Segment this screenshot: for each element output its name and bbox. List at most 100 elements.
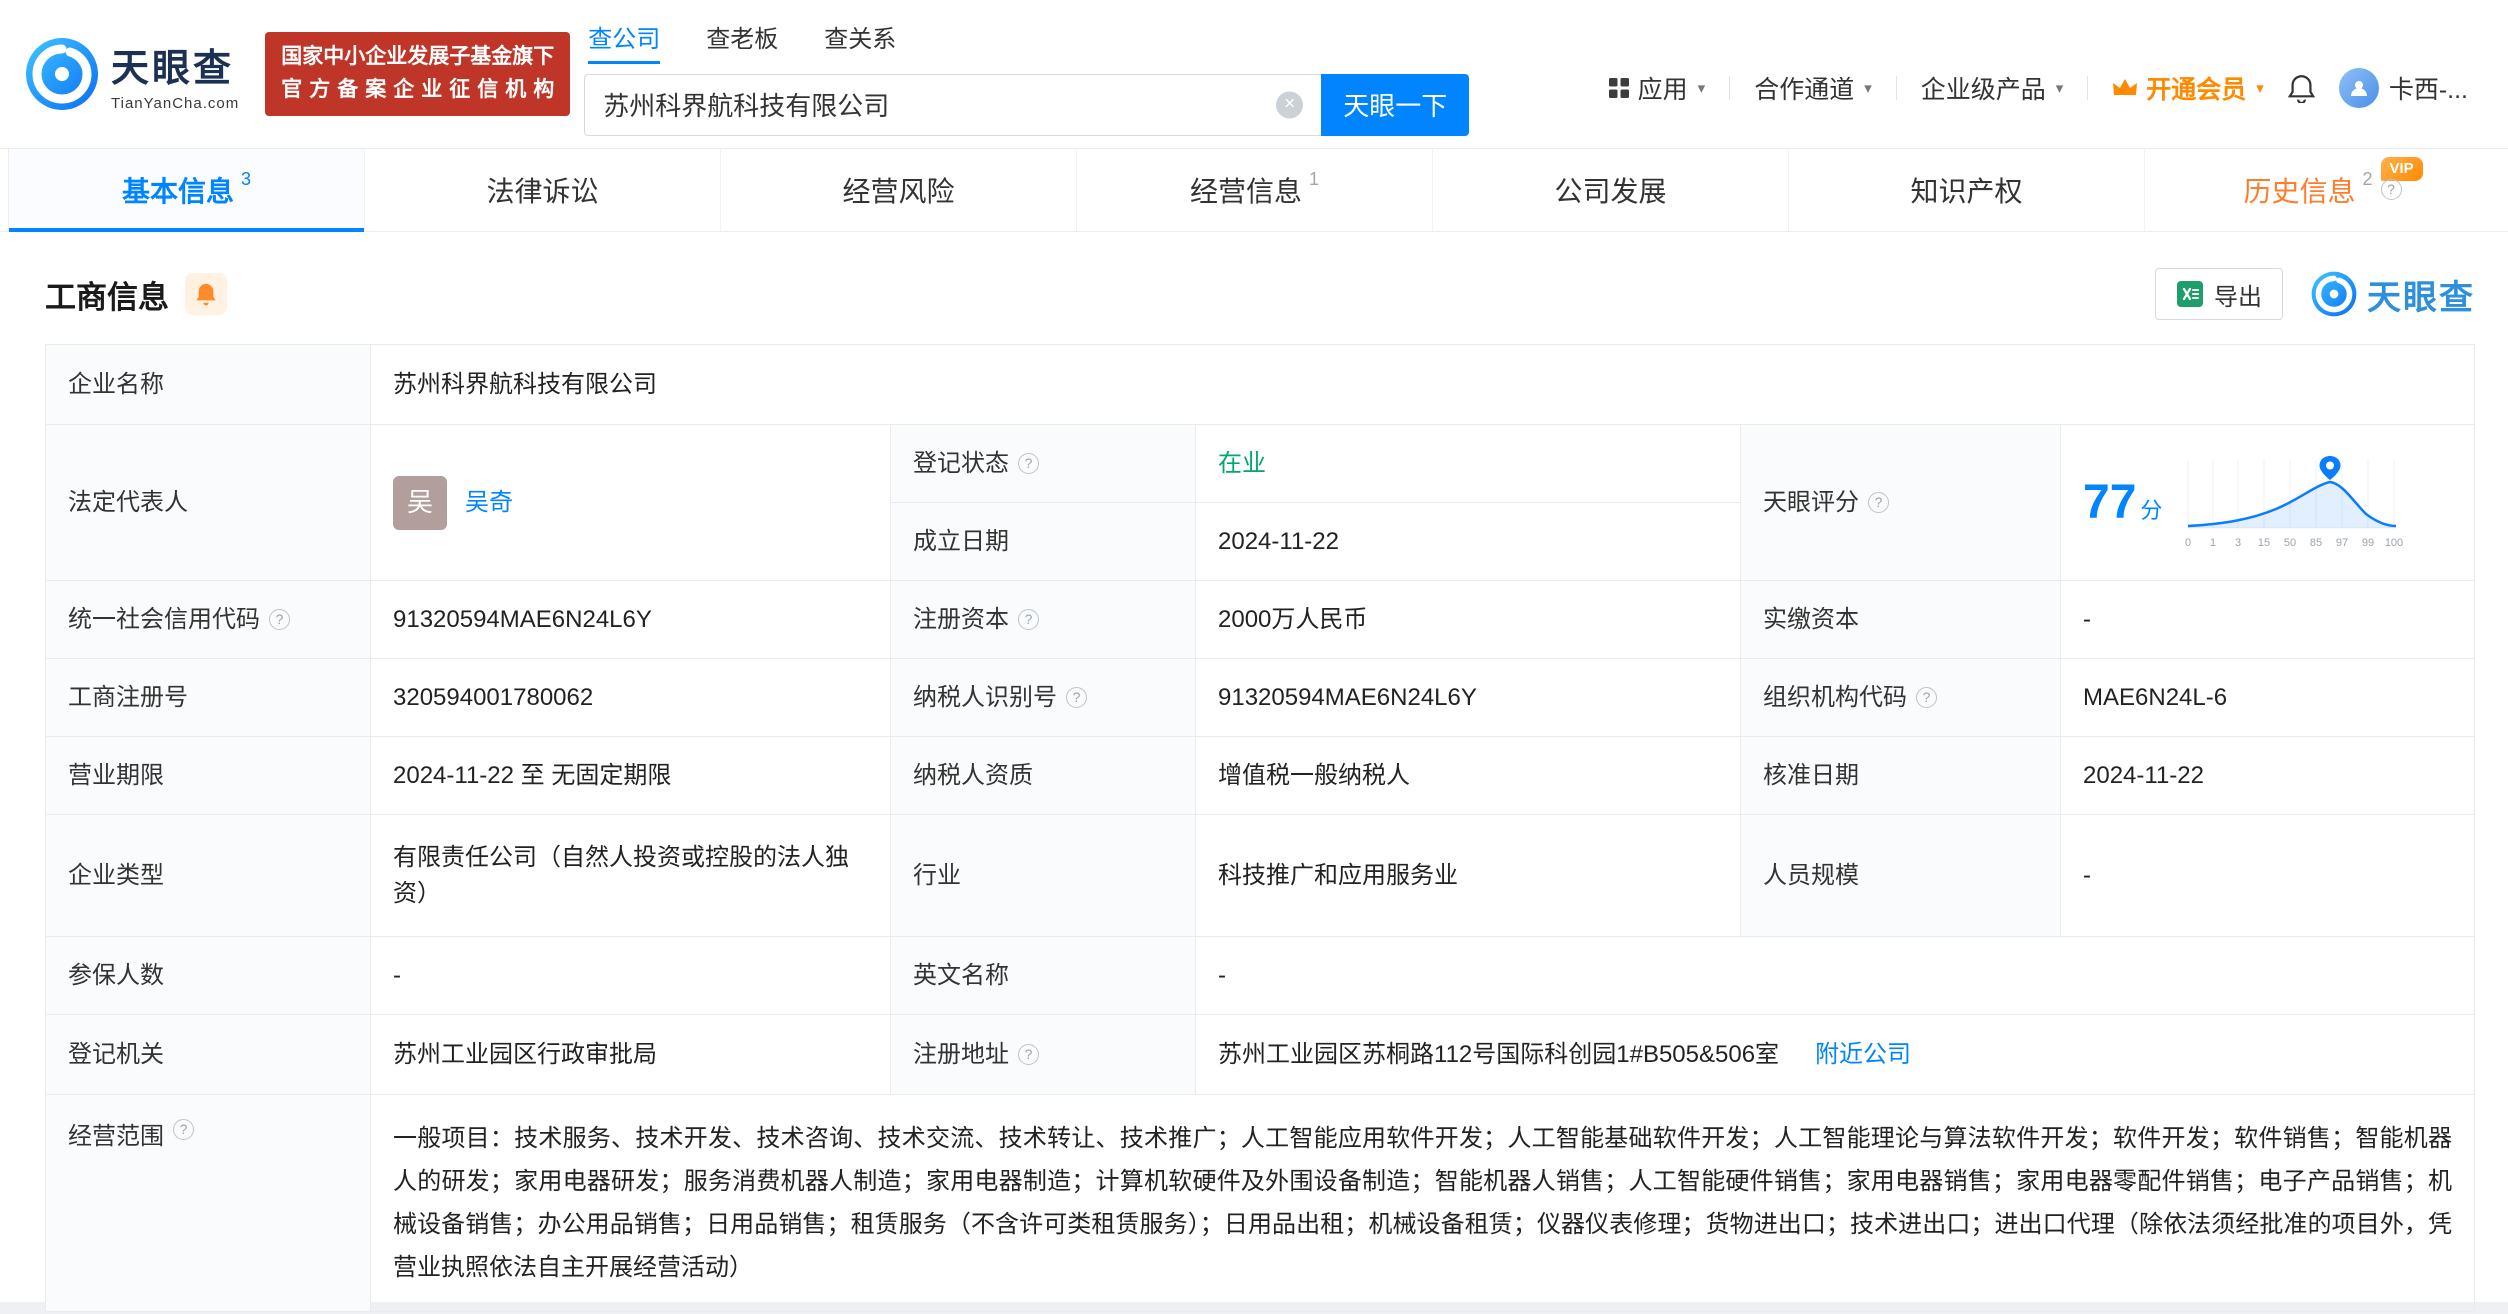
chevron-down-icon: ▾ xyxy=(1864,80,1872,97)
label-registered-capital: 注册资本 xyxy=(891,581,1196,659)
score-number: 77 分 xyxy=(2083,475,2163,529)
label-paid-capital: 实缴资本 xyxy=(1741,581,2061,659)
svg-text:15: 15 xyxy=(2258,537,2270,549)
nav-cooperation-label: 合作通道 xyxy=(1754,76,1855,104)
user-menu[interactable]: 卡西-... xyxy=(2338,68,2468,108)
search-button[interactable]: 天眼一下 xyxy=(1321,73,1470,136)
section-title: 工商信息 xyxy=(45,279,169,315)
tab-legal-label: 法律诉讼 xyxy=(486,176,599,207)
svg-text:3: 3 xyxy=(2235,537,2241,549)
value-tianyan-score[interactable]: 77 分 0 1 3 15 50 85 97 99 100 xyxy=(2061,425,2475,581)
label-insured-count: 参保人数 xyxy=(46,937,371,1015)
tab-history-info[interactable]: VIP 历史信息 2 xyxy=(2145,149,2500,231)
help-icon xyxy=(269,609,290,630)
value-registration-status: 在业 xyxy=(1196,425,1741,503)
label-taxpayer-quality: 纳税人资质 xyxy=(891,737,1196,815)
value-paid-capital: - xyxy=(2061,581,2475,659)
search-input[interactable] xyxy=(584,73,1322,136)
tab-basic-info[interactable]: 基本信息 3 xyxy=(8,149,365,232)
label-credit-code: 统一社会信用代码 xyxy=(46,581,371,659)
badge-line2: 官方备案企业征信机构 xyxy=(281,78,555,101)
search-tab-relation[interactable]: 查关系 xyxy=(824,19,896,60)
export-button[interactable]: 导出 xyxy=(2155,268,2283,320)
value-staff-size: - xyxy=(2061,815,2475,937)
value-business-term: 2024-11-22 至 无固定期限 xyxy=(371,737,891,815)
tab-ip-label: 知识产权 xyxy=(1910,176,2023,207)
chevron-down-icon: ▾ xyxy=(1697,80,1706,97)
tab-intellectual-property[interactable]: 知识产权 xyxy=(1789,149,2145,231)
tianyancha-logo-icon xyxy=(26,38,98,110)
label-registration-number: 工商注册号 xyxy=(46,659,371,737)
label-industry: 行业 xyxy=(891,815,1196,937)
label-company-name: 企业名称 xyxy=(46,345,371,425)
svg-text:50: 50 xyxy=(2284,537,2296,549)
value-establish-date: 2024-11-22 xyxy=(1196,503,1741,581)
label-legal-representative: 法定代表人 xyxy=(46,425,371,581)
tab-basic-info-label: 基本信息 xyxy=(121,176,234,207)
nav-cooperation[interactable]: 合作通道 ▾ xyxy=(1754,70,1872,106)
logo-domain: TianYanCha.com xyxy=(111,94,240,112)
nav-divider xyxy=(1729,76,1731,100)
tab-history-count: 2 xyxy=(2362,168,2373,189)
svg-text:85: 85 xyxy=(2310,537,2322,549)
legal-rep-name-link[interactable]: 吴奇 xyxy=(465,485,513,521)
label-company-type: 企业类型 xyxy=(46,815,371,937)
value-industry: 科技推广和应用服务业 xyxy=(1196,815,1741,937)
value-registration-number: 320594001780062 xyxy=(371,659,891,737)
tianyancha-logo[interactable]: 天眼查 TianYanCha.com xyxy=(25,37,239,112)
tab-operating-risk[interactable]: 经营风险 xyxy=(721,149,1077,231)
gov-certification-badge: 国家中小企业发展子基金旗下 官方备案企业征信机构 xyxy=(265,32,571,116)
search-tabs: 查公司 查老板 查关系 xyxy=(588,19,1469,64)
tianyancha-watermark: 天眼查 xyxy=(2311,270,2475,319)
value-registered-address: 苏州工业园区苏桐路112号国际科创园1#B505&506室 附近公司 xyxy=(1196,1015,2475,1095)
value-insured-count: - xyxy=(371,937,891,1015)
user-avatar xyxy=(2338,68,2379,108)
nearby-companies-link[interactable]: 附近公司 xyxy=(1815,1037,1911,1073)
user-name: 卡西-... xyxy=(2388,76,2468,104)
label-registered-address: 注册地址 xyxy=(891,1015,1196,1095)
status-badge: 在业 xyxy=(1218,449,1266,477)
nav-vip-membership[interactable]: 开通会员 ▾ xyxy=(2112,70,2264,106)
clear-search-icon[interactable]: × xyxy=(1276,91,1304,118)
help-icon xyxy=(1018,1044,1039,1065)
excel-icon xyxy=(2177,281,2203,307)
label-registration-authority: 登记机关 xyxy=(46,1015,371,1095)
nav-apps[interactable]: 应用 ▾ xyxy=(1608,70,1706,106)
value-registered-capital: 2000万人民币 xyxy=(1196,581,1741,659)
help-icon xyxy=(1018,609,1039,630)
chevron-down-icon: ▾ xyxy=(2055,80,2064,97)
value-english-name: - xyxy=(1196,937,2475,1015)
search-tab-company[interactable]: 查公司 xyxy=(588,19,661,64)
nav-divider xyxy=(1895,76,1897,100)
value-legal-representative: 吴 吴奇 xyxy=(371,425,891,581)
company-section-tabs: 基本信息 3 法律诉讼 经营风险 经营信息 1 公司发展 知识产权 VIP 历史… xyxy=(0,148,2508,232)
svg-text:99: 99 xyxy=(2362,537,2374,549)
label-tianyan-score: 天眼评分 xyxy=(1741,425,2061,581)
value-registration-authority: 苏州工业园区行政审批局 xyxy=(371,1015,891,1095)
label-business-term: 营业期限 xyxy=(46,737,371,815)
label-registration-status: 登记状态 xyxy=(891,425,1196,503)
top-nav: 应用 ▾ 合作通道 ▾ 企业级产品 ▾ 开通会员 ▾ 卡西-... xyxy=(1608,68,2468,108)
chevron-down-icon: ▾ xyxy=(2256,80,2264,97)
search-tab-boss[interactable]: 查老板 xyxy=(706,19,778,60)
nav-enterprise-products[interactable]: 企业级产品 ▾ xyxy=(1921,70,2064,106)
label-business-scope: 经营范围 xyxy=(46,1095,371,1312)
label-staff-size: 人员规模 xyxy=(1741,815,2061,937)
tab-company-development[interactable]: 公司发展 xyxy=(1433,149,1789,231)
section-head: 工商信息 导出 天眼查 xyxy=(0,232,2508,344)
nav-vip-label: 开通会员 xyxy=(2146,76,2247,104)
tab-legal-proceedings[interactable]: 法律诉讼 xyxy=(365,149,721,231)
help-icon xyxy=(1916,687,1937,708)
tab-operating-info[interactable]: 经营信息 1 xyxy=(1077,149,1433,231)
value-business-scope: 一般项目：技术服务、技术开发、技术咨询、技术交流、技术转让、技术推广；人工智能应… xyxy=(371,1095,2475,1312)
subscribe-bell-icon[interactable] xyxy=(185,273,227,315)
label-approval-date: 核准日期 xyxy=(1741,737,2061,815)
legal-rep-avatar[interactable]: 吴 xyxy=(393,475,447,530)
notifications-bell-icon[interactable] xyxy=(2287,74,2315,103)
search-block: 查公司 查老板 查关系 × 天眼一下 xyxy=(584,19,1470,136)
score-curve-chart: 0 1 3 15 50 85 97 99 100 xyxy=(2185,455,2404,549)
help-icon xyxy=(1018,453,1039,474)
value-approval-date: 2024-11-22 xyxy=(2061,737,2475,815)
score-axis-ticks: 0 1 3 15 50 85 97 99 100 xyxy=(2185,537,2403,549)
logo-title: 天眼查 xyxy=(111,47,235,90)
